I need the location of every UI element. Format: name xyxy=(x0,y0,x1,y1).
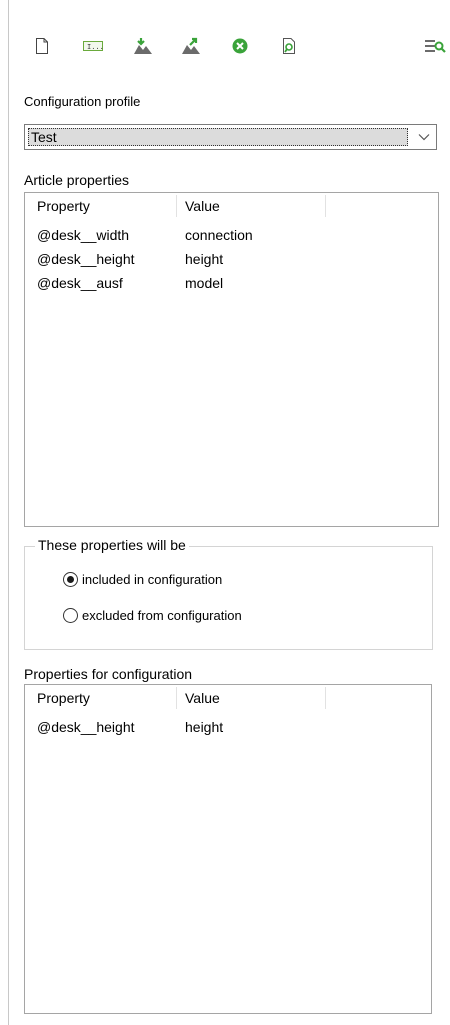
radio-unchecked-icon[interactable] xyxy=(63,607,78,623)
table-row[interactable]: @desk__ausf model xyxy=(25,275,438,299)
article-properties-label: Article properties xyxy=(24,172,130,188)
column-divider[interactable] xyxy=(176,195,177,217)
table-row[interactable]: @desk__height height xyxy=(25,251,438,275)
new-document-button[interactable] xyxy=(30,34,54,58)
article-properties-list[interactable]: Property Value @desk__width connection @… xyxy=(24,192,439,527)
import-icon xyxy=(134,38,152,54)
rename-field-button[interactable]: I... xyxy=(81,34,105,58)
import-button[interactable] xyxy=(131,34,155,58)
delete-button[interactable] xyxy=(228,34,252,58)
value-cell: model xyxy=(185,275,224,291)
groupbox-title: These properties will be xyxy=(35,537,189,553)
delete-icon xyxy=(232,38,248,54)
value-cell: height xyxy=(185,719,224,735)
value-cell: connection xyxy=(185,227,253,243)
column-divider[interactable] xyxy=(325,195,326,217)
configuration-profile-label: Configuration profile xyxy=(24,94,141,109)
table-row[interactable]: @desk__height height xyxy=(25,719,431,743)
list-header: Property Value xyxy=(25,685,431,711)
preview-button[interactable] xyxy=(277,34,301,58)
inclusion-mode-groupbox: These properties will be included in con… xyxy=(24,537,433,650)
radio-checked-icon[interactable] xyxy=(63,571,78,587)
export-icon xyxy=(182,37,200,54)
configuration-profile-dropdown[interactable]: Test xyxy=(24,124,437,150)
svg-text:I...: I... xyxy=(87,44,103,52)
properties-for-configuration-label: Properties for configuration xyxy=(24,666,193,682)
included-radio-label: included in configuration xyxy=(82,571,223,587)
configuration-properties-list[interactable]: Property Value @desk__height height xyxy=(24,684,432,1014)
included-radio[interactable]: included in configuration xyxy=(63,569,363,589)
export-button[interactable] xyxy=(179,34,203,58)
chevron-down-icon xyxy=(418,134,430,141)
property-cell: @desk__width xyxy=(37,227,130,243)
selected-profile-value: Test xyxy=(28,128,408,146)
property-cell: @desk__height xyxy=(37,719,135,735)
excluded-radio-label: excluded from configuration xyxy=(82,607,242,623)
property-cell: @desk__ausf xyxy=(37,275,123,291)
column-divider[interactable] xyxy=(176,687,177,709)
column-divider[interactable] xyxy=(325,687,326,709)
panel-left-border xyxy=(8,0,9,1025)
column-header-value[interactable]: Value xyxy=(185,198,220,214)
table-row[interactable]: @desk__width connection xyxy=(25,227,438,251)
preview-icon xyxy=(283,38,295,54)
settings-icon xyxy=(425,40,446,53)
column-header-property[interactable]: Property xyxy=(37,198,90,214)
value-cell: height xyxy=(185,251,224,267)
column-header-property[interactable]: Property xyxy=(37,690,90,706)
list-header: Property Value xyxy=(25,193,438,219)
settings-button[interactable] xyxy=(424,34,446,58)
rename-field-icon: I... xyxy=(83,41,103,52)
new-document-icon xyxy=(36,38,48,54)
column-header-value[interactable]: Value xyxy=(185,690,220,706)
toolbar: I... xyxy=(0,0,450,80)
excluded-radio[interactable]: excluded from configuration xyxy=(63,605,363,625)
property-cell: @desk__height xyxy=(37,251,135,267)
